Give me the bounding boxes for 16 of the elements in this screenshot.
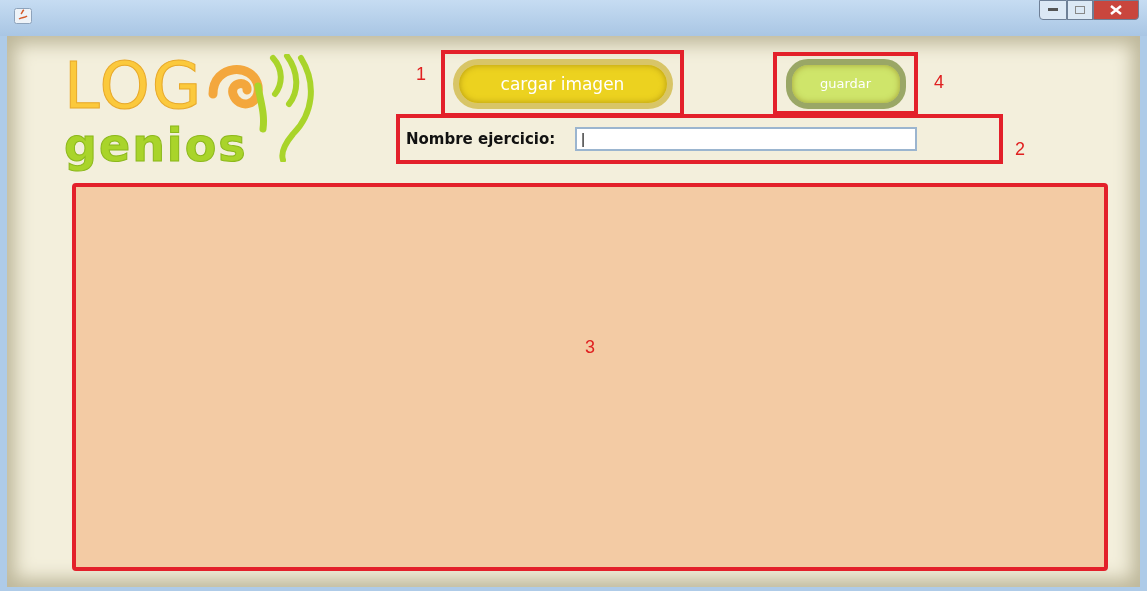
exercise-name-field[interactable]: | — [575, 127, 918, 151]
close-button[interactable] — [1093, 0, 1139, 20]
maximize-icon — [1075, 6, 1085, 14]
minimize-icon — [1048, 8, 1058, 12]
java-app-icon — [14, 8, 32, 24]
annotation-number: 1 — [416, 64, 427, 85]
save-button[interactable]: guardar — [785, 58, 906, 109]
maximize-button[interactable] — [1067, 0, 1093, 20]
annotation-number: 3 — [585, 337, 595, 358]
close-icon — [1110, 5, 1122, 15]
minimize-button[interactable] — [1039, 0, 1067, 20]
field-label: Nombre ejercicio: — [406, 130, 556, 148]
annotation-number: 4 — [934, 72, 944, 93]
logo-text: LOG — [64, 54, 204, 118]
annotation-number: 2 — [1015, 138, 1025, 160]
load-image-button[interactable]: cargar imagen — [452, 58, 673, 109]
